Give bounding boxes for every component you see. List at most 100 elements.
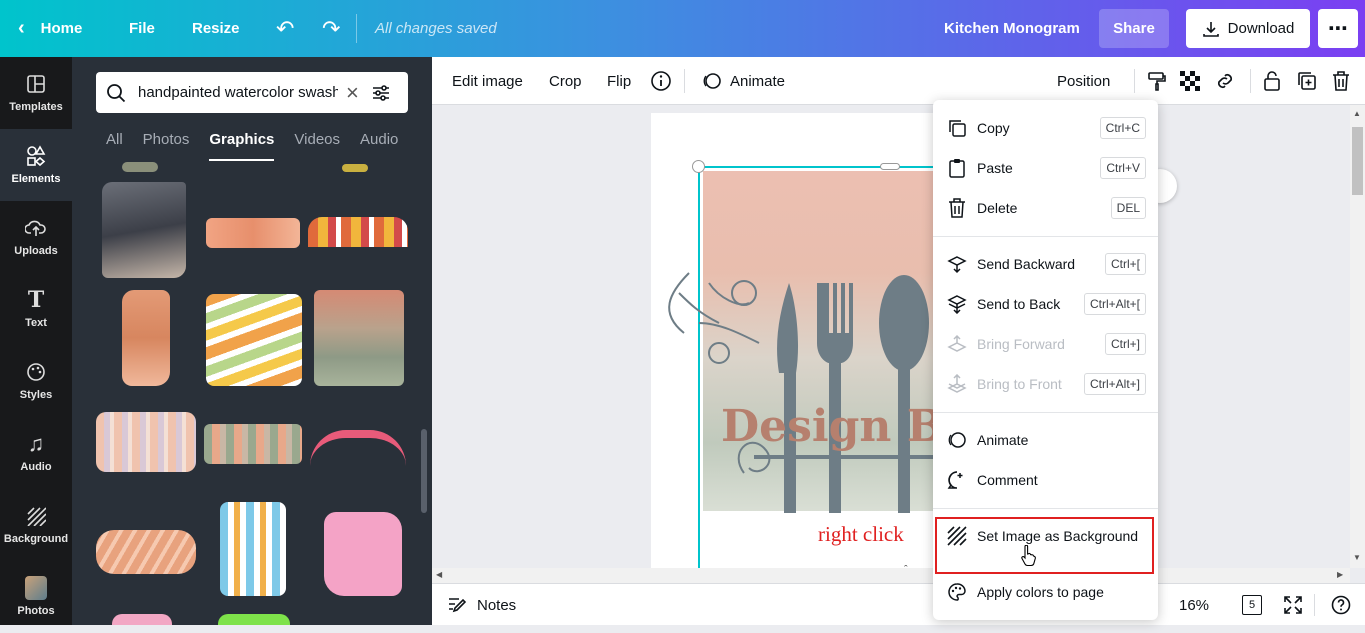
tab-videos[interactable]: Videos bbox=[294, 127, 340, 161]
resize-handle[interactable] bbox=[880, 163, 900, 170]
edit-image-button[interactable]: Edit image bbox=[452, 57, 523, 105]
download-button[interactable]: Download bbox=[1186, 9, 1310, 48]
scroll-thumb[interactable] bbox=[1352, 127, 1363, 195]
menu-item-apply-colors-to-page[interactable]: Apply colors to page bbox=[933, 572, 1158, 612]
horizontal-scrollbar[interactable]: ◀ ˆ ▶ bbox=[432, 564, 1350, 583]
menu-separator bbox=[933, 508, 1158, 509]
graphic-thumbnail[interactable] bbox=[310, 430, 406, 466]
graphic-thumbnail[interactable] bbox=[102, 182, 186, 278]
divider bbox=[684, 69, 685, 93]
rail-photos[interactable]: Photos bbox=[0, 561, 72, 633]
graphic-thumbnail[interactable] bbox=[206, 218, 300, 248]
search-input[interactable]: handpainted watercolor swash bbox=[138, 84, 338, 101]
notes-button[interactable]: Notes bbox=[447, 584, 516, 626]
animate-icon bbox=[703, 73, 721, 89]
share-button[interactable]: Share bbox=[1099, 9, 1169, 48]
resize-handle[interactable] bbox=[692, 160, 705, 173]
graphic-thumbnail[interactable] bbox=[112, 614, 172, 625]
info-icon[interactable] bbox=[650, 57, 672, 105]
comment-icon bbox=[947, 470, 967, 490]
design-title[interactable]: Kitchen Monogram bbox=[944, 0, 1080, 57]
trash-icon[interactable] bbox=[1331, 57, 1351, 105]
search-box[interactable]: handpainted watercolor swash × bbox=[96, 72, 408, 113]
rail-styles[interactable]: Styles bbox=[0, 345, 72, 417]
graphic-thumbnail[interactable] bbox=[324, 512, 402, 596]
rail-templates[interactable]: Templates bbox=[0, 57, 72, 129]
tab-audio[interactable]: Audio bbox=[360, 127, 398, 161]
paste-icon bbox=[947, 158, 967, 178]
graphic-thumbnail[interactable] bbox=[122, 162, 158, 172]
menu-item-set-image-as-background[interactable]: Set Image as Background bbox=[933, 516, 1158, 556]
graphic-thumbnail[interactable] bbox=[204, 424, 302, 464]
graphic-thumbnail[interactable] bbox=[220, 502, 286, 596]
more-options-button[interactable]: ⋯ bbox=[1318, 9, 1358, 48]
background-icon bbox=[947, 526, 967, 546]
graphic-thumbnail[interactable] bbox=[96, 530, 196, 574]
vertical-scrollbar[interactable]: ▲ ▼ bbox=[1350, 105, 1365, 568]
undo-icon[interactable]: ↶ bbox=[276, 0, 294, 57]
scroll-right-icon[interactable]: ▶ bbox=[1337, 570, 1343, 579]
link-icon[interactable] bbox=[1214, 57, 1236, 105]
scroll-left-icon[interactable]: ◀ bbox=[436, 570, 442, 579]
menu-item-copy[interactable]: Copy Ctrl+C bbox=[933, 108, 1158, 148]
graphic-thumbnail[interactable] bbox=[122, 290, 170, 386]
menu-separator bbox=[933, 412, 1158, 413]
flip-button[interactable]: Flip bbox=[607, 57, 631, 105]
crop-button[interactable]: Crop bbox=[549, 57, 582, 105]
tab-graphics[interactable]: Graphics bbox=[209, 127, 275, 161]
scroll-up-icon[interactable]: ▲ bbox=[1353, 109, 1361, 118]
send-backward-icon bbox=[947, 254, 967, 274]
graphic-thumbnail[interactable] bbox=[218, 614, 290, 625]
position-button[interactable]: Position bbox=[1057, 57, 1110, 105]
cursor-hand-icon bbox=[1020, 544, 1036, 572]
palette-icon bbox=[947, 582, 967, 602]
menu-separator bbox=[933, 236, 1158, 237]
menu-item-send-backward[interactable]: Send Backward Ctrl+[ bbox=[933, 244, 1158, 284]
clear-icon[interactable]: × bbox=[346, 80, 359, 106]
fullscreen-icon[interactable] bbox=[1283, 595, 1303, 620]
scroll-down-icon[interactable]: ▼ bbox=[1353, 553, 1361, 562]
file-menu[interactable]: File bbox=[129, 0, 155, 57]
help-icon[interactable] bbox=[1331, 595, 1351, 620]
menu-item-bring-forward[interactable]: Bring Forward Ctrl+] bbox=[933, 324, 1158, 364]
audio-icon: ♫ bbox=[27, 431, 45, 456]
menu-item-animate[interactable]: Animate bbox=[933, 420, 1158, 460]
rail-uploads[interactable]: Uploads bbox=[0, 201, 72, 273]
lock-icon[interactable] bbox=[1262, 57, 1282, 105]
tab-photos[interactable]: Photos bbox=[143, 127, 190, 161]
text-icon: T bbox=[27, 287, 45, 313]
rail-elements[interactable]: Elements bbox=[0, 129, 72, 201]
menu-item-paste[interactable]: Paste Ctrl+V bbox=[933, 148, 1158, 188]
graphic-thumbnail[interactable] bbox=[96, 412, 196, 472]
download-icon bbox=[1202, 21, 1219, 37]
tab-all[interactable]: All bbox=[106, 127, 123, 161]
divider bbox=[1250, 69, 1251, 93]
chevron-up-icon[interactable]: ˆ bbox=[904, 564, 908, 576]
resize-button[interactable]: Resize bbox=[192, 0, 240, 57]
menu-item-bring-to-front[interactable]: Bring to Front Ctrl+Alt+] bbox=[933, 364, 1158, 404]
zoom-level[interactable]: 16% bbox=[1179, 584, 1209, 626]
rail-text[interactable]: T Text bbox=[0, 273, 72, 345]
home-button[interactable]: ‹ Home bbox=[18, 0, 82, 57]
graphic-thumbnail[interactable] bbox=[314, 290, 404, 386]
graphic-thumbnail[interactable] bbox=[342, 164, 368, 172]
page-count-button[interactable]: 5 bbox=[1242, 595, 1262, 615]
graphic-thumbnail[interactable] bbox=[308, 217, 408, 247]
redo-icon[interactable]: ↷ bbox=[322, 0, 340, 57]
kitchen-monogram-graphic bbox=[668, 272, 939, 513]
menu-item-send-to-back[interactable]: Send to Back Ctrl+Alt+[ bbox=[933, 284, 1158, 324]
graphic-thumbnail[interactable] bbox=[206, 294, 302, 386]
animate-button[interactable]: Animate bbox=[701, 57, 785, 105]
trash-icon bbox=[947, 198, 967, 218]
duplicate-icon[interactable] bbox=[1296, 57, 1318, 105]
right-click-annotation: right click bbox=[818, 522, 904, 546]
panel-scrollbar[interactable] bbox=[421, 429, 427, 513]
paint-format-icon[interactable] bbox=[1146, 57, 1168, 105]
transparency-icon[interactable] bbox=[1180, 57, 1200, 105]
rail-audio[interactable]: ♫ Audio bbox=[0, 417, 72, 489]
graphics-results bbox=[92, 162, 412, 625]
filter-icon[interactable] bbox=[371, 83, 391, 103]
menu-item-comment[interactable]: Comment bbox=[933, 460, 1158, 500]
menu-item-delete[interactable]: Delete DEL bbox=[933, 188, 1158, 228]
rail-background[interactable]: Background bbox=[0, 489, 72, 561]
